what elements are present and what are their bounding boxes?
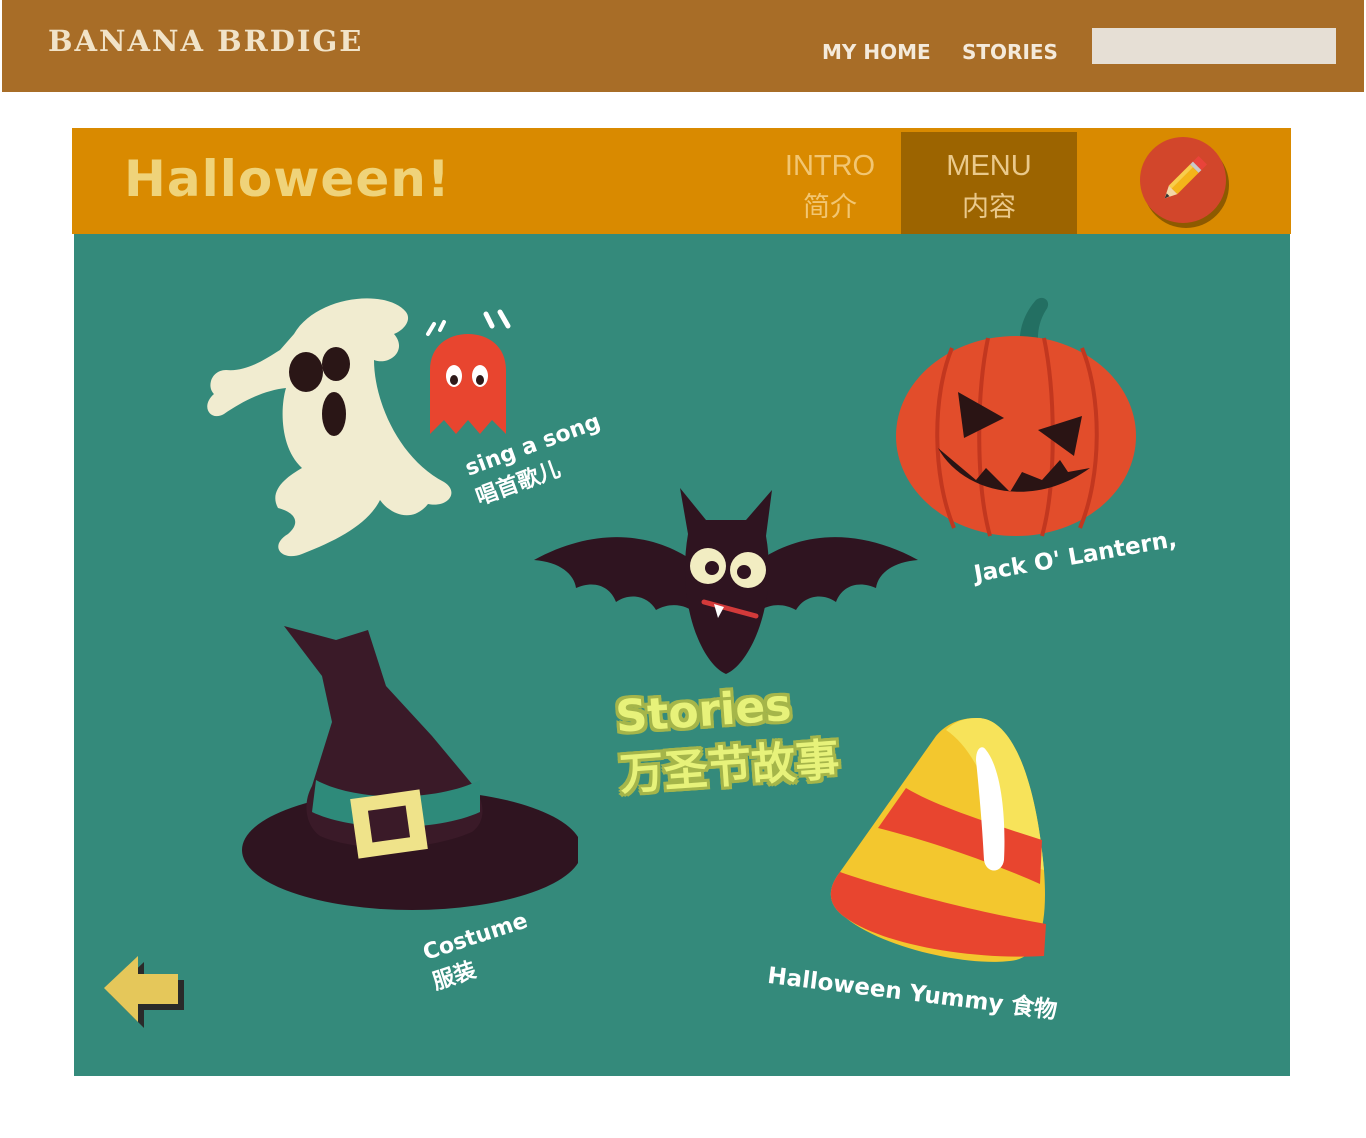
costume-label[interactable]: Costume 服装 — [420, 909, 541, 997]
red-ghost-icon — [426, 309, 511, 434]
back-button[interactable] — [100, 952, 186, 1033]
pumpkin-icon — [896, 297, 1136, 537]
ghost-icon — [207, 298, 452, 557]
tab-menu[interactable]: MENU 内容 — [901, 132, 1077, 234]
site-brand-logo[interactable]: BANANA BRDIGE — [48, 24, 363, 58]
tab-intro[interactable]: INTRO 简介 — [742, 132, 918, 234]
witch-hat-icon — [242, 626, 582, 910]
lesson-header: Halloween! INTRO 简介 MENU 内容 — [72, 128, 1291, 234]
back-arrow-icon — [104, 956, 184, 1028]
tab-menu-label-zh: 内容 — [962, 192, 1016, 223]
nav-stories[interactable]: STORIES — [962, 40, 1058, 64]
tab-intro-label-zh: 简介 — [803, 192, 857, 223]
nav-my-home[interactable]: MY HOME — [822, 40, 931, 64]
stories-bat-item[interactable] — [530, 484, 922, 685]
stories-label[interactable]: Stories 万圣节故事 — [614, 677, 841, 803]
tab-intro-label: INTRO — [784, 150, 876, 182]
sing-a-song-item[interactable] — [198, 290, 458, 567]
site-header: BANANA BRDIGE MY HOME STORIES — [2, 0, 1364, 92]
tab-menu-label: MENU — [946, 150, 1032, 182]
costume-item[interactable] — [236, 626, 582, 921]
jack-o-lantern-item[interactable] — [892, 296, 1142, 545]
edit-button[interactable] — [1140, 137, 1226, 223]
search-input[interactable] — [1092, 28, 1336, 64]
candy-corn-icon — [830, 717, 1046, 962]
menu-stage: sing a song 唱首歌儿 Jack O' Lantern, Storie… — [74, 234, 1290, 1076]
bat-icon — [534, 488, 918, 674]
halloween-yummy-item[interactable] — [826, 710, 1056, 975]
pencil-icon — [1164, 155, 1208, 199]
page-title: Halloween! — [124, 150, 451, 208]
red-ghost-item[interactable] — [424, 304, 514, 449]
